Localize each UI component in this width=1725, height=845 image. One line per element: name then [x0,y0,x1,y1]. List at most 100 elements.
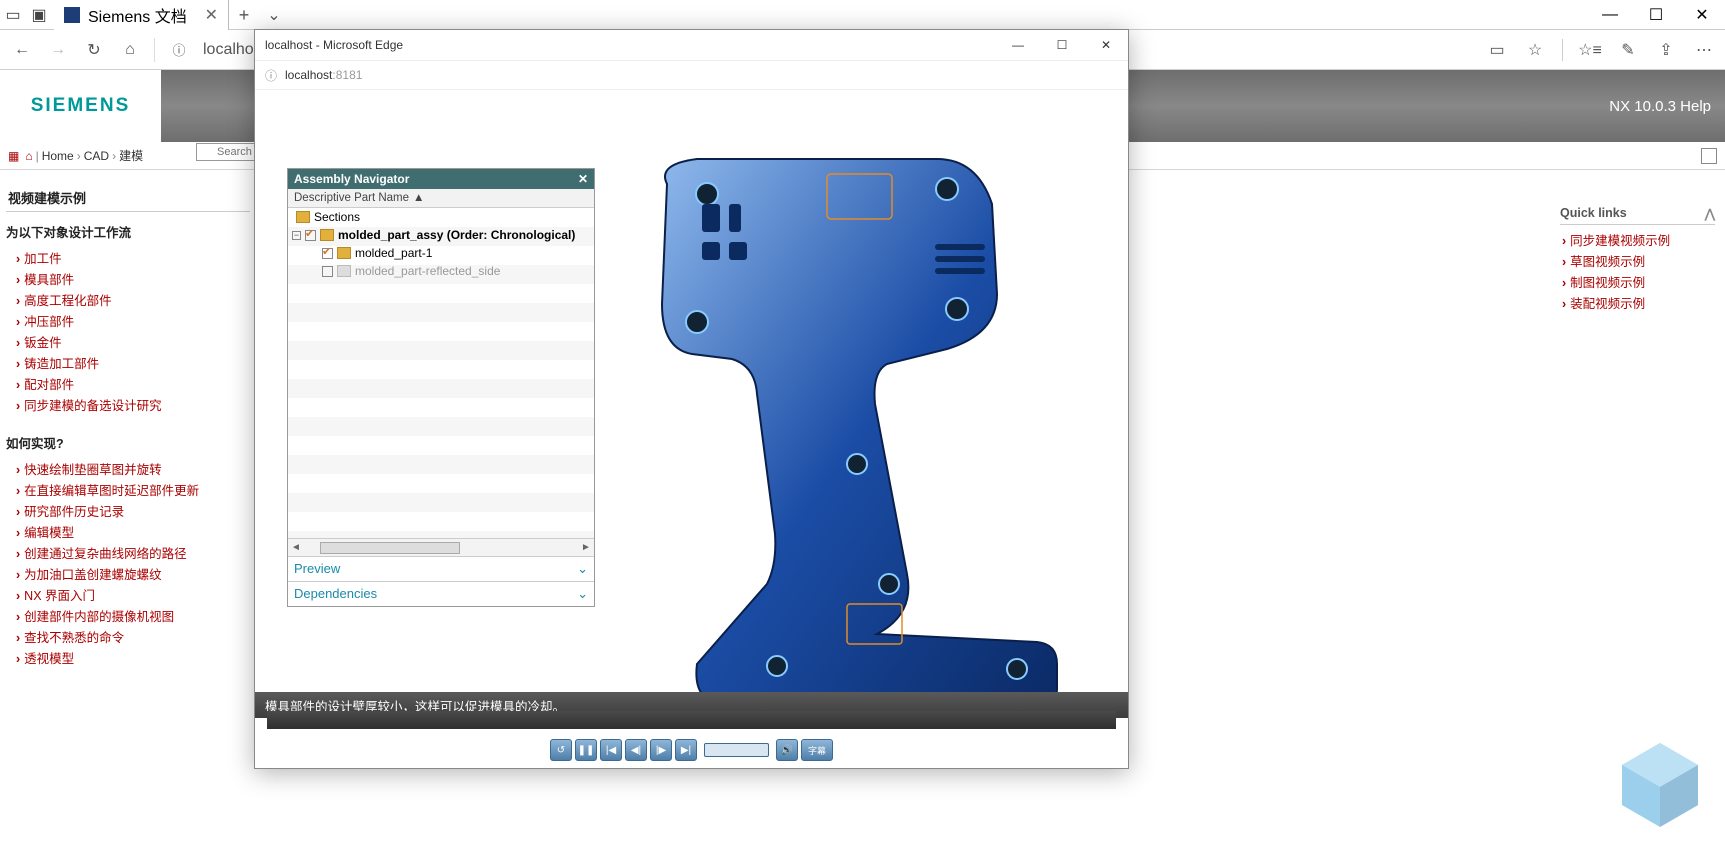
nav-link[interactable]: 同步建模视频示例 [1570,234,1670,248]
nav-link[interactable]: 钣金件 [24,336,62,350]
assy-icon [320,229,334,241]
video-progress[interactable] [704,743,769,757]
part-icon-dim [337,265,351,277]
nav-link[interactable]: 制图视频示例 [1570,276,1645,290]
nav-link[interactable]: 模具部件 [24,273,74,287]
crumb-cad[interactable]: CAD [84,149,109,163]
watermark-logo [1605,735,1715,835]
video-frame: Assembly Navigator✕ Descriptive Part Nam… [267,104,1116,718]
tab-favicon [64,7,80,23]
popup-titlebar[interactable]: localhost - Microsoft Edge — ☐ ✕ [255,30,1128,60]
nav-item: 同步建模视频示例 [1562,229,1715,250]
share-icon[interactable]: ⇪ [1649,32,1683,68]
nav-link[interactable]: 铸造加工部件 [24,357,99,371]
nav-link[interactable]: 同步建模的备选设计研究 [24,399,162,413]
nav-link[interactable]: 配对部件 [24,378,74,392]
pause-button[interactable]: ❚❚ [575,739,597,761]
forward-button[interactable]: → [40,32,76,68]
tree-collapse-icon[interactable]: − [292,231,301,240]
settings-icon[interactable] [1701,148,1717,164]
more-icon[interactable]: ⋯ [1687,32,1721,68]
part-icon [337,247,351,259]
quick-links-title: Quick links [1560,206,1627,221]
nav-link[interactable]: 冲压部件 [24,315,74,329]
video-progress-strip[interactable] [267,711,1116,729]
nav-item: 创建部件内部的摄像机视图 [16,605,248,626]
nav-link[interactable]: 装配视频示例 [1570,297,1645,311]
close-button[interactable]: ✕ [1679,0,1725,30]
tree-child2[interactable]: molded_part-reflected_side [355,264,500,278]
popup-minimize-button[interactable]: — [996,30,1040,60]
nav-item: 模具部件 [16,268,248,289]
tab-overflow-button[interactable]: ⌄ [259,5,289,25]
crumb-home[interactable]: Home [42,149,74,163]
tree-check-c1[interactable] [322,248,333,259]
nav-link[interactable]: 在直接编辑草图时延迟部件更新 [24,484,199,498]
nav-item: 创建通过复杂曲线网络的路径 [16,542,248,563]
popup-addr-host[interactable]: localhost [285,68,332,82]
minimize-button[interactable]: — [1587,0,1633,30]
nav-link[interactable]: 查找不熟悉的命令 [24,631,124,645]
crumb-modeling[interactable]: 建模 [119,149,143,163]
reading-view-icon[interactable]: ▭ [1480,32,1514,68]
next-button[interactable]: ▶| [675,739,697,761]
browser-tab[interactable]: Siemens 文档 ✕ [54,0,229,30]
nav-hscroll[interactable]: ◄► [288,538,594,556]
tree-child1[interactable]: molded_part-1 [355,246,432,260]
tree-check-c2[interactable] [322,266,333,277]
titlebar-icon-2[interactable]: ▣ [26,2,52,28]
nav-link[interactable]: 透视模型 [24,652,74,666]
new-tab-button[interactable]: + [229,5,259,26]
nav-preview-row[interactable]: Preview⌄ [288,556,594,581]
back-button[interactable]: ← [4,32,40,68]
tab-close-icon[interactable]: ✕ [205,5,218,25]
rewind-button[interactable]: ↺ [550,739,572,761]
nav-link[interactable]: 研究部件历史记录 [24,505,124,519]
nav-column-header[interactable]: Descriptive Part Name [294,192,409,204]
caption-toggle-button[interactable]: 字幕 [801,739,833,761]
nav-item: 加工件 [16,247,248,268]
notes-icon[interactable]: ✎ [1611,32,1645,68]
prev-button[interactable]: |◀ [600,739,622,761]
home-button[interactable]: ⌂ [112,32,148,68]
favorites-hub-icon[interactable]: ☆≡ [1573,32,1607,68]
nav-close-icon[interactable]: ✕ [578,172,588,186]
nav-link[interactable]: 编辑模型 [24,526,74,540]
favorite-icon[interactable]: ☆ [1518,32,1552,68]
tree-check-assy[interactable] [305,230,316,241]
nav-item: 同步建模的备选设计研究 [16,394,248,415]
sort-icon[interactable]: ▲ [413,192,424,204]
popup-addressbar: ⓘ localhost:8181 [255,60,1128,90]
breadcrumb-home-icon[interactable]: ⌂ [25,149,32,163]
site-info-icon[interactable]: ⓘ [161,32,197,68]
titlebar-icon-1[interactable]: ▭ [0,2,26,28]
nav-item: 配对部件 [16,373,248,394]
collapse-icon[interactable]: ⋀ [1705,206,1715,221]
nav-link[interactable]: 草图视频示例 [1570,255,1645,269]
left-nav: 视频建模示例 为以下对象设计工作流 加工件模具部件高度工程化部件冲压部件钣金件铸… [0,200,252,845]
tree-assy[interactable]: molded_part_assy (Order: Chronological) [338,228,575,242]
nav-link[interactable]: 高度工程化部件 [24,294,112,308]
nav-item: 快速绘制垫圈草图并旋转 [16,458,248,479]
quick-links-list: 同步建模视频示例草图视频示例制图视频示例装配视频示例 [1560,225,1715,313]
nav-link[interactable]: 创建通过复杂曲线网络的路径 [24,547,187,561]
nav-link[interactable]: 快速绘制垫圈草图并旋转 [24,463,162,477]
nav-link[interactable]: NX 界面入门 [24,589,95,603]
nav-deps-row[interactable]: Dependencies⌄ [288,581,594,606]
siemens-logo: SIEMENS [0,70,161,142]
nav-link[interactable]: 创建部件内部的摄像机视图 [24,610,174,624]
nav-link[interactable]: 加工件 [24,252,62,266]
toc-icon[interactable]: ▦ [8,149,19,163]
stepback-button[interactable]: ◀| [625,739,647,761]
refresh-button[interactable]: ↻ [76,32,112,68]
maximize-button[interactable]: ☐ [1633,0,1679,30]
search-input[interactable] [196,143,256,161]
stepfwd-button[interactable]: |▶ [650,739,672,761]
audio-button[interactable]: 🔊 [776,739,798,761]
popup-addr-port: :8181 [332,68,362,82]
popup-close-button[interactable]: ✕ [1084,30,1128,60]
nav-link[interactable]: 为加油口盖创建螺旋螺纹 [24,568,162,582]
popup-site-info-icon[interactable]: ⓘ [265,67,277,84]
tree-sections[interactable]: Sections [314,210,360,224]
popup-maximize-button[interactable]: ☐ [1040,30,1084,60]
